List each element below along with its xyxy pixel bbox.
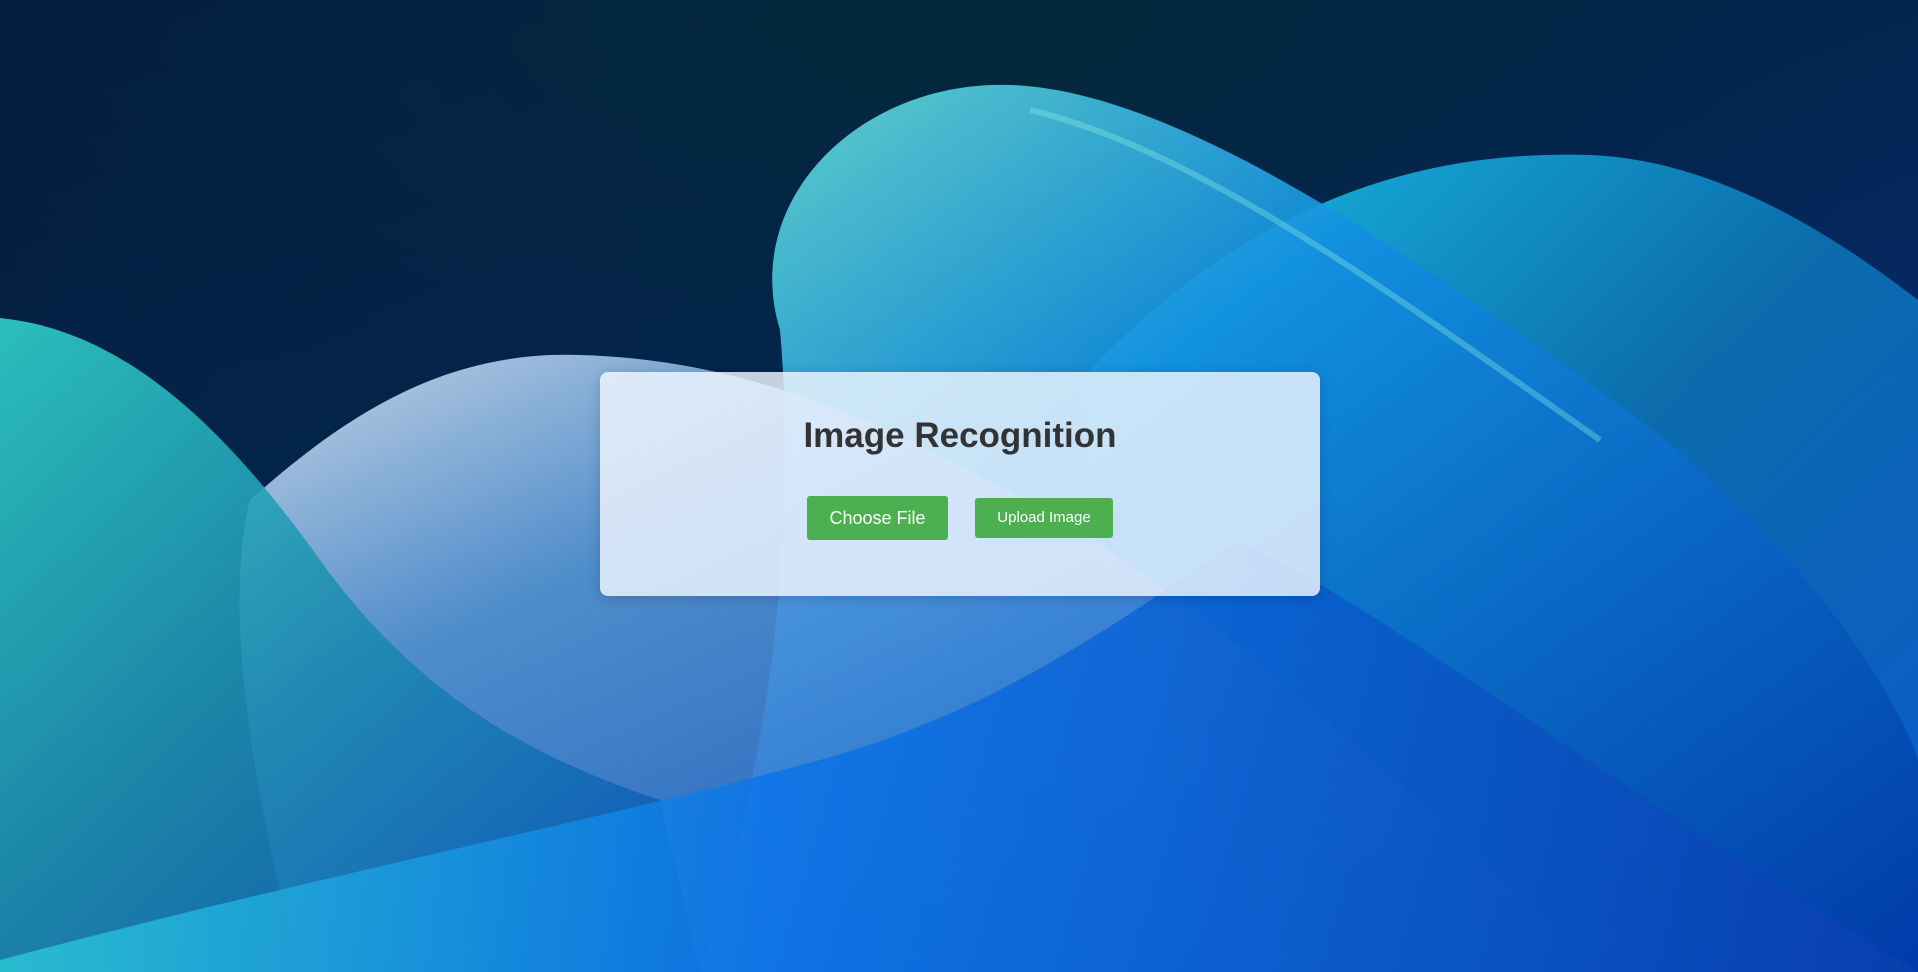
upload-image-button[interactable]: Upload Image [975, 498, 1113, 538]
choose-file-button[interactable]: Choose File [807, 496, 948, 540]
page-root: Image Recognition Choose File Upload Ima… [0, 0, 1918, 972]
page-title: Image Recognition [803, 416, 1117, 455]
upload-card: Image Recognition Choose File Upload Ima… [600, 372, 1320, 596]
